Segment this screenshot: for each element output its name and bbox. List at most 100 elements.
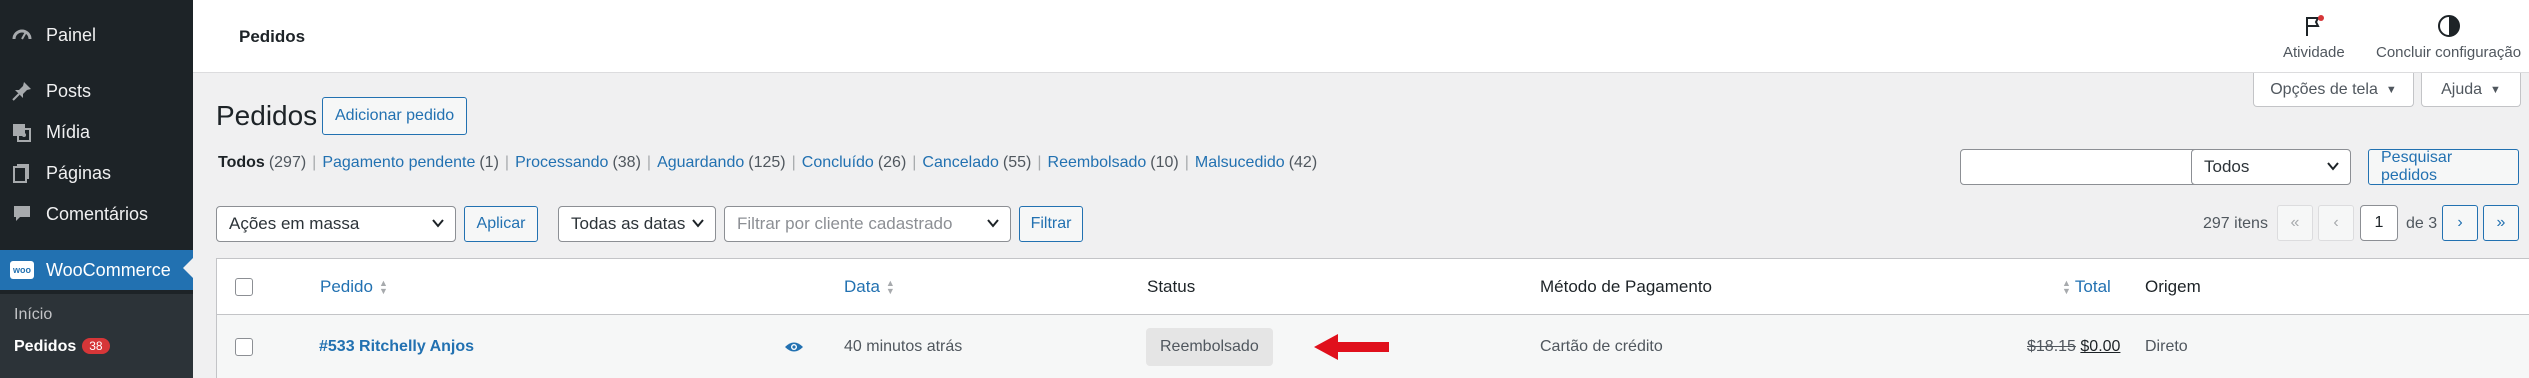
add-order-button[interactable]: Adicionar pedido (322, 97, 468, 135)
help-label: Ajuda (2441, 80, 2483, 98)
caret-down-icon: ▼ (2385, 83, 2397, 96)
original-total: $18.15 (2027, 338, 2076, 355)
sidebar-item-paginas[interactable]: Páginas (0, 155, 193, 191)
select-all-checkbox[interactable] (235, 278, 253, 296)
filter-failed[interactable]: Malsucedido (42) (1195, 154, 1317, 172)
column-label: Pedido (320, 277, 373, 296)
filter-count: (38) (612, 154, 641, 171)
current-menu-arrow (183, 258, 193, 278)
activity-button[interactable]: Atividade (2283, 12, 2345, 61)
divider: | (912, 154, 917, 171)
search-orders-button[interactable]: Pesquisar pedidos (2368, 149, 2519, 185)
filter-button[interactable]: Filtrar (1019, 206, 1083, 242)
column-label: Total (2074, 277, 2111, 296)
filter-label[interactable]: Aguardando (657, 154, 744, 171)
status-badge: Reembolsado (1146, 328, 1273, 366)
filter-refunded[interactable]: Reembolsado (10) (1048, 154, 1179, 172)
sidebar-item-woocommerce[interactable]: woo WooCommerce (0, 250, 193, 290)
filter-on-hold[interactable]: Aguardando (125) (657, 154, 786, 172)
divider: | (504, 154, 510, 171)
filter-count: (297) (268, 154, 307, 171)
page-header: Pedidos Atividade Concluir configuração (193, 0, 2529, 73)
customer-filter-placeholder: Filtrar por cliente cadastrado (737, 214, 953, 233)
sidebar-item-label: Mídia (46, 121, 91, 142)
screen-options-button[interactable]: Opções de tela ▼ (2253, 73, 2414, 107)
bulk-actions-value: Ações em massa (229, 214, 360, 233)
submenu-item-label: Pedidos (14, 338, 77, 355)
filter-all[interactable]: Todos (297) (218, 154, 306, 172)
status-filters: Todos (297) | Pagamento pendente (1) | Pro… (218, 154, 1317, 172)
sidebar-item-posts[interactable]: Posts (0, 73, 193, 109)
filter-processing[interactable]: Processando (38) (515, 154, 641, 172)
finish-setup-button[interactable]: Concluir configuração (2376, 12, 2521, 61)
filter-label[interactable]: Malsucedido (1195, 154, 1285, 171)
divider: | (791, 154, 796, 171)
search-type-value: Todos (2204, 157, 2250, 176)
half-circle-icon (2435, 12, 2463, 40)
filter-count: (1) (479, 154, 499, 171)
current-page-input[interactable]: 1 (2360, 205, 2398, 241)
status-cell: Reembolsado (1146, 315, 1273, 378)
last-page-button[interactable]: » (2483, 205, 2519, 241)
filter-completed[interactable]: Concluído (26) (802, 154, 907, 172)
filter-label[interactable]: Processando (515, 154, 608, 171)
woocommerce-logo: woo (10, 261, 34, 279)
preview-cell (784, 315, 804, 378)
filter-count: (55) (1002, 154, 1032, 171)
filter-pending[interactable]: Pagamento pendente (1) (322, 154, 499, 172)
column-header-payment: Método de Pagamento (1540, 277, 1713, 296)
filter-label[interactable]: Concluído (802, 154, 874, 171)
eye-icon[interactable] (784, 340, 804, 354)
bulk-actions-select[interactable]: Ações em massa (216, 206, 456, 242)
filter-label[interactable]: Pagamento pendente (322, 154, 475, 171)
orders-table: Pedido ▲ ▼ Data ▲ ▼ Status Método de Pagam… (216, 258, 2529, 378)
comment-icon (10, 202, 34, 226)
order-origin: Direto (2145, 338, 2188, 355)
date-filter-select[interactable]: Todas as datas (558, 206, 716, 242)
apply-button[interactable]: Aplicar (464, 206, 538, 242)
next-page-button[interactable]: › (2442, 205, 2478, 241)
chevron-down-icon (432, 219, 444, 228)
order-link[interactable]: #533 Ritchelly Anjos (319, 315, 474, 378)
filter-count: (42) (1288, 154, 1318, 171)
prev-page-button[interactable]: ‹ (2318, 205, 2354, 241)
search-type-select[interactable]: Todos (2191, 149, 2351, 185)
table-row[interactable]: #533 Ritchelly Anjos 40 minutos atrás Re… (217, 315, 2529, 378)
pin-icon (10, 79, 34, 103)
woocommerce-icon: woo (10, 258, 34, 282)
admin-sidebar: Painel Posts Mídia Páginas Comentários w… (0, 0, 193, 378)
red-arrow-annotation (1314, 334, 1389, 360)
filter-cancelled[interactable]: Cancelado (55) (922, 154, 1031, 172)
screen-options-label: Opções de tela (2270, 80, 2378, 98)
column-header-order[interactable]: Pedido ▲ ▼ (320, 259, 388, 315)
pages-icon (10, 161, 34, 185)
row-select-cell (235, 315, 253, 378)
customer-filter-select[interactable]: Filtrar por cliente cadastrado (724, 206, 1011, 242)
refunded-total: $0.00 (2080, 338, 2121, 355)
column-header-date[interactable]: Data ▲ ▼ (844, 259, 895, 315)
filter-label[interactable]: Cancelado (922, 154, 999, 171)
column-label: Data (844, 277, 880, 296)
search-input[interactable] (1960, 149, 2222, 185)
chevron-down-icon (987, 219, 999, 228)
chevron-down-icon (2327, 162, 2339, 171)
filter-label[interactable]: Reembolsado (1048, 154, 1147, 171)
row-checkbox[interactable] (235, 338, 253, 356)
sort-icon: ▲ ▼ (885, 278, 895, 296)
sidebar-item-painel[interactable]: Painel (0, 17, 193, 53)
filter-count: (26) (877, 154, 907, 171)
dashboard-icon (10, 23, 34, 47)
sidebar-item-label: Painel (46, 24, 97, 45)
divider: | (646, 154, 652, 171)
sidebar-item-comentarios[interactable]: Comentários (0, 196, 193, 232)
sort-icon: ▲ ▼ (378, 278, 388, 296)
divider: | (312, 154, 317, 171)
help-button[interactable]: Ajuda ▼ (2421, 73, 2521, 107)
submenu-item-inicio[interactable]: Início (14, 306, 52, 324)
column-header-status: Status (1147, 277, 1196, 296)
first-page-button[interactable]: « (2277, 205, 2313, 241)
column-header-total[interactable]: ▲ ▼ Total (2062, 259, 2111, 315)
sidebar-item-midia[interactable]: Mídia (0, 114, 193, 150)
submenu-item-pedidos[interactable]: Pedidos 38 (14, 338, 110, 356)
pending-count-badge: 38 (82, 338, 110, 354)
